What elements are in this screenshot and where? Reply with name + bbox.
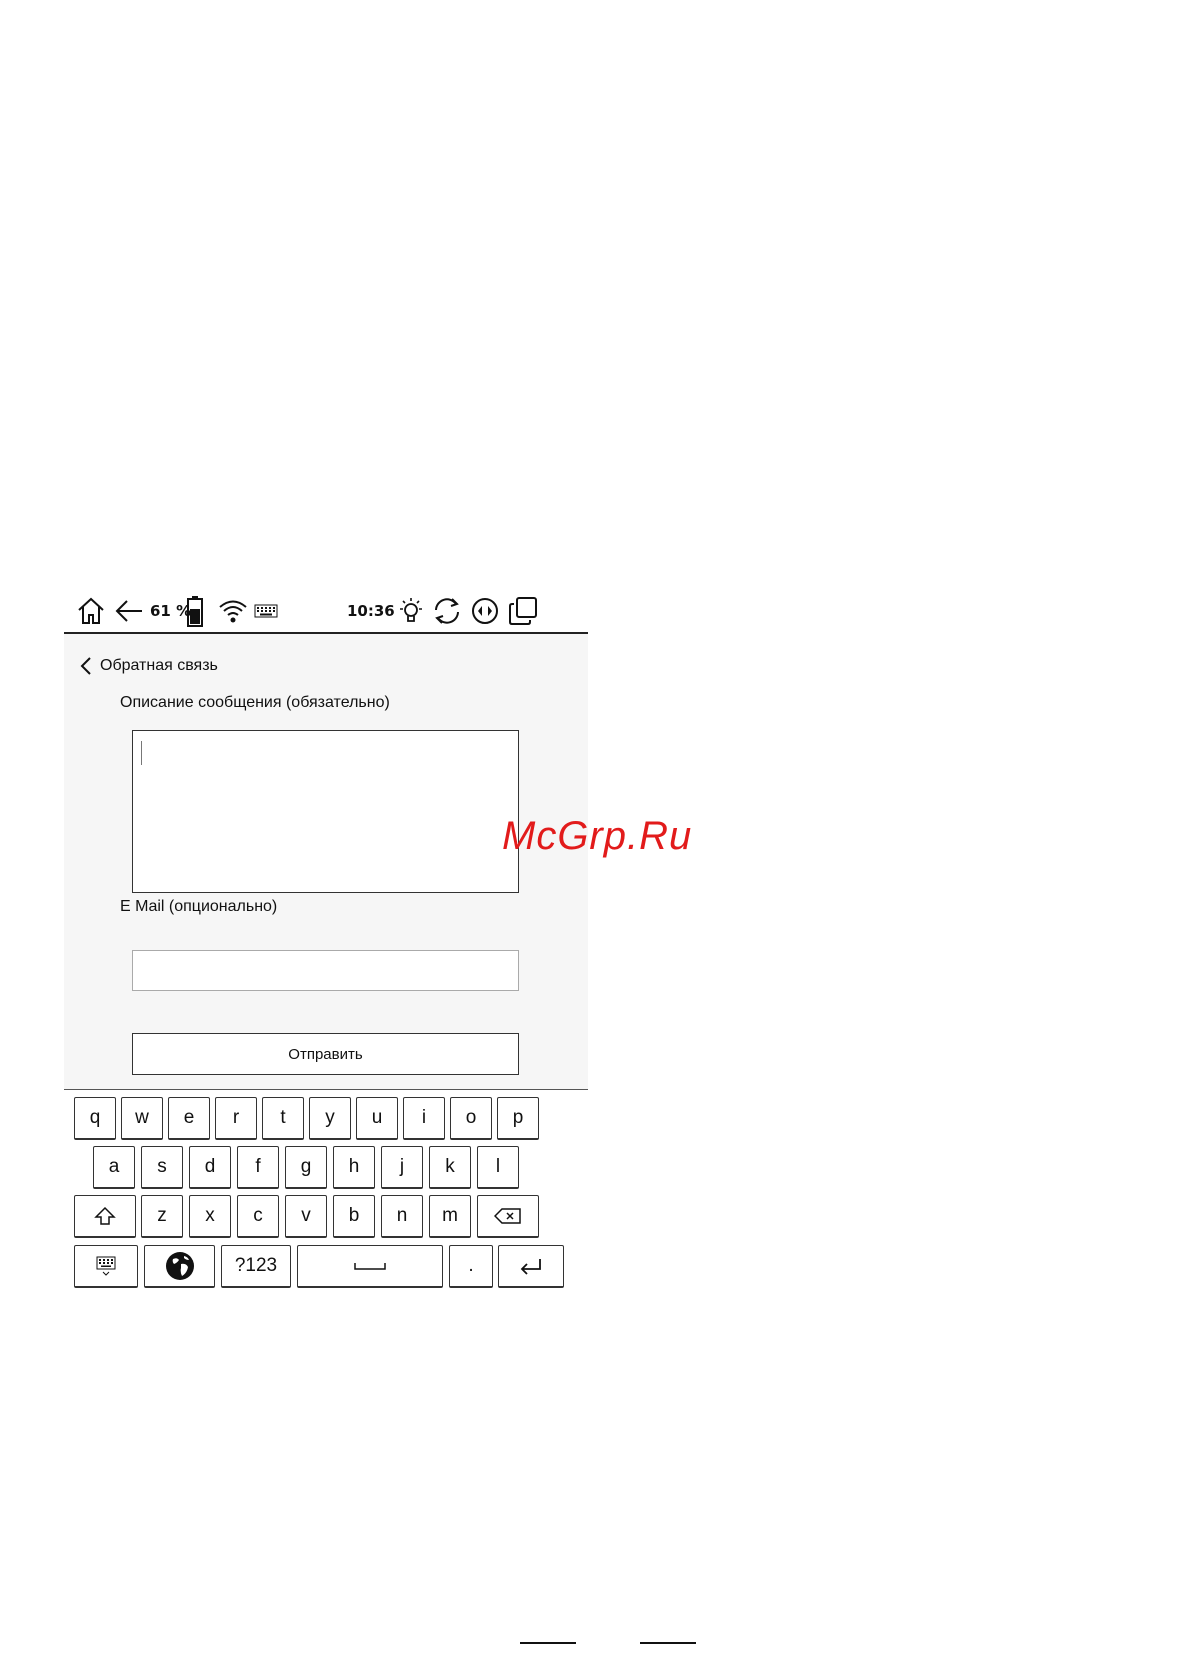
- shift-key[interactable]: [74, 1195, 136, 1238]
- period-key[interactable]: .: [449, 1245, 493, 1288]
- key-s[interactable]: s: [141, 1146, 183, 1189]
- page-title: Обратная связь: [100, 657, 218, 674]
- key-x[interactable]: x: [189, 1195, 231, 1238]
- key-q[interactable]: q: [74, 1097, 116, 1140]
- brightness-icon[interactable]: [396, 590, 426, 632]
- key-y[interactable]: y: [309, 1097, 351, 1140]
- globe-icon: [165, 1252, 194, 1280]
- key-z[interactable]: z: [141, 1195, 183, 1238]
- submit-button[interactable]: Отправить: [132, 1033, 519, 1075]
- key-t[interactable]: t: [262, 1097, 304, 1140]
- text-caret: [141, 741, 142, 765]
- battery-icon: [186, 590, 204, 632]
- key-v[interactable]: v: [285, 1195, 327, 1238]
- feedback-screen: Обратная связь Описание сообщения (обяза…: [64, 634, 588, 1089]
- shift-arrow-icon: [94, 1206, 116, 1225]
- key-i[interactable]: i: [403, 1097, 445, 1140]
- key-d[interactable]: d: [189, 1146, 231, 1189]
- space-key[interactable]: [297, 1245, 443, 1288]
- key-j[interactable]: j: [381, 1146, 423, 1189]
- description-textarea[interactable]: [132, 730, 519, 893]
- email-label: E Mail (опционально): [120, 898, 278, 915]
- key-l[interactable]: l: [477, 1146, 519, 1189]
- email-input[interactable]: [132, 950, 519, 991]
- onscreen-keyboard: q w e r t y u i o p a s d f g h j k l z …: [64, 1089, 588, 1296]
- footer-line: [520, 1642, 576, 1644]
- back-arrow-icon[interactable]: [114, 590, 144, 632]
- refresh-icon[interactable]: [432, 590, 462, 632]
- space-bar-icon: [354, 1263, 386, 1270]
- rotate-icon[interactable]: [470, 590, 500, 632]
- ereader-screen: 61 % 10:36 Обратная связь Описание сообщ…: [64, 590, 588, 1296]
- clock: 10:36: [347, 602, 395, 620]
- home-icon[interactable]: [76, 590, 106, 632]
- key-f[interactable]: f: [237, 1146, 279, 1189]
- backspace-icon: [494, 1208, 521, 1224]
- description-label: Описание сообщения (обязательно): [120, 694, 390, 711]
- language-key[interactable]: [144, 1245, 215, 1288]
- multitask-icon[interactable]: [508, 590, 538, 632]
- footer-line: [640, 1642, 696, 1644]
- key-o[interactable]: o: [450, 1097, 492, 1140]
- key-a[interactable]: a: [93, 1146, 135, 1189]
- watermark: McGrp.Ru: [502, 814, 693, 858]
- wifi-icon: [218, 590, 248, 632]
- key-m[interactable]: m: [429, 1195, 471, 1238]
- hide-keyboard-key[interactable]: [74, 1245, 138, 1288]
- keyboard-icon: [254, 590, 278, 632]
- key-w[interactable]: w: [121, 1097, 163, 1140]
- key-h[interactable]: h: [333, 1146, 375, 1189]
- enter-icon: [520, 1259, 541, 1275]
- battery-percent: 61 %: [150, 602, 192, 620]
- key-r[interactable]: r: [215, 1097, 257, 1140]
- key-n[interactable]: n: [381, 1195, 423, 1238]
- enter-key[interactable]: [498, 1245, 564, 1288]
- key-c[interactable]: c: [237, 1195, 279, 1238]
- status-bar: 61 % 10:36: [64, 590, 588, 634]
- backspace-key[interactable]: [477, 1195, 539, 1238]
- key-g[interactable]: g: [285, 1146, 327, 1189]
- key-u[interactable]: u: [356, 1097, 398, 1140]
- key-p[interactable]: p: [497, 1097, 539, 1140]
- key-b[interactable]: b: [333, 1195, 375, 1238]
- back-button[interactable]: Обратная связь: [80, 652, 218, 680]
- numbers-key[interactable]: ?123: [221, 1245, 291, 1288]
- key-e[interactable]: e: [168, 1097, 210, 1140]
- keyboard-hide-icon: [96, 1256, 116, 1276]
- chevron-left-icon: [80, 657, 91, 675]
- key-k[interactable]: k: [429, 1146, 471, 1189]
